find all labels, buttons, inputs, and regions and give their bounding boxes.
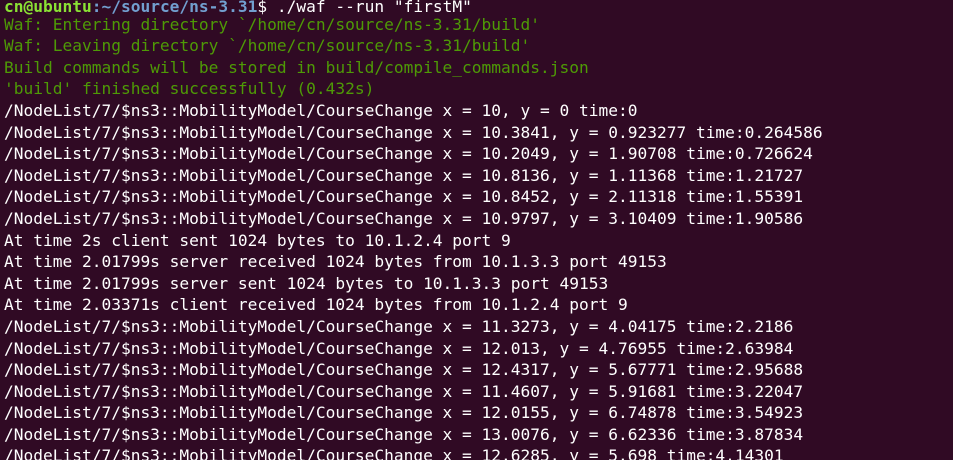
output-line: At time 2s client sent 1024 bytes to 10.… bbox=[4, 230, 511, 250]
output-line: /NodeList/7/$ns3::MobilityModel/CourseCh… bbox=[4, 338, 794, 358]
output-line: /NodeList/7/$ns3::MobilityModel/CourseCh… bbox=[4, 446, 784, 460]
output-line: /NodeList/7/$ns3::MobilityModel/CourseCh… bbox=[4, 403, 804, 423]
output-line: /NodeList/7/$ns3::MobilityModel/CourseCh… bbox=[4, 187, 804, 207]
output-line: 'build' finished successfully (0.432s) bbox=[4, 79, 375, 99]
output-line: /NodeList/7/$ns3::MobilityModel/CourseCh… bbox=[4, 208, 804, 228]
output-line: /NodeList/7/$ns3::MobilityModel/CourseCh… bbox=[4, 144, 813, 164]
output-line: Waf: Entering directory `/home/cn/source… bbox=[4, 14, 541, 34]
terminal-output: Waf: Entering directory `/home/cn/source… bbox=[4, 14, 953, 460]
terminal-window[interactable]: cn@ubuntu:~/source/ns-3.31$ ./waf --run … bbox=[0, 0, 953, 460]
output-line: At time 2.01799s server received 1024 by… bbox=[4, 252, 667, 272]
output-line: Waf: Leaving directory `/home/cn/source/… bbox=[4, 36, 531, 56]
output-line: At time 2.01799s server sent 1024 bytes … bbox=[4, 273, 609, 293]
output-line: At time 2.03371s client received 1024 by… bbox=[4, 295, 628, 315]
output-line: /NodeList/7/$ns3::MobilityModel/CourseCh… bbox=[4, 316, 794, 336]
output-line: /NodeList/7/$ns3::MobilityModel/CourseCh… bbox=[4, 381, 804, 401]
output-line: /NodeList/7/$ns3::MobilityModel/CourseCh… bbox=[4, 360, 804, 380]
output-line: /NodeList/7/$ns3::MobilityModel/CourseCh… bbox=[4, 100, 638, 120]
output-line: Build commands will be stored in build/c… bbox=[4, 57, 589, 77]
output-line: /NodeList/7/$ns3::MobilityModel/CourseCh… bbox=[4, 165, 804, 185]
output-line: /NodeList/7/$ns3::MobilityModel/CourseCh… bbox=[4, 122, 823, 142]
output-line: /NodeList/7/$ns3::MobilityModel/CourseCh… bbox=[4, 424, 804, 444]
